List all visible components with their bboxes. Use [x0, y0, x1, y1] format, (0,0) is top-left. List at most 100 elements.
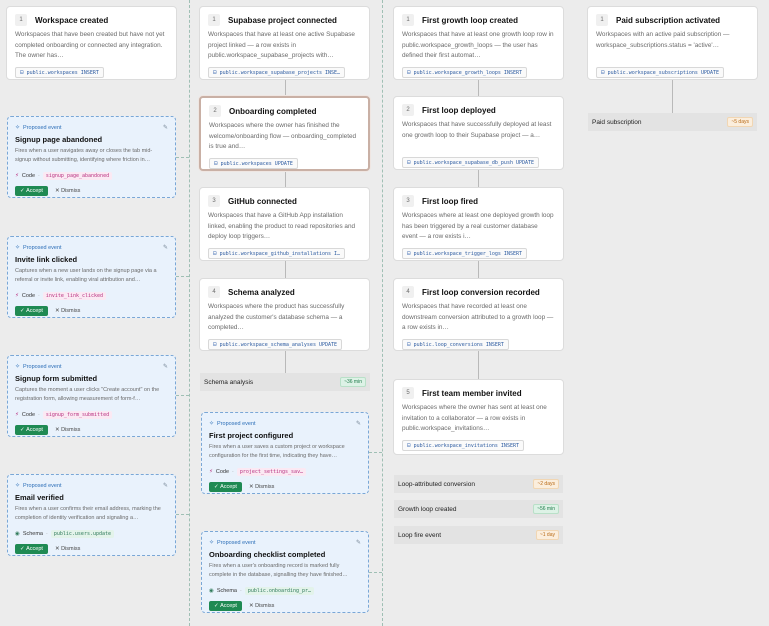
sparkle-icon: ✧ — [209, 540, 215, 546]
table-icon: ⊟ — [20, 69, 24, 76]
step-number: 1 — [15, 14, 27, 26]
source-tag[interactable]: ⊟ public.workspace_trigger_logs INSERT — [402, 248, 527, 259]
milestone-card[interactable]: 1 Supabase project connected Workspaces … — [199, 6, 370, 80]
proposed-description: Captures when a new user lands on the si… — [15, 268, 157, 283]
source-tag[interactable]: ⊟ public.workspace_invitations INSERT — [402, 440, 524, 451]
duration-badge: ~1 day — [535, 530, 559, 540]
table-icon: ⊟ — [407, 250, 411, 257]
card-title: First loop fired — [422, 196, 478, 206]
funnel-canvas: 1 Workspace created Workspaces that have… — [0, 0, 769, 626]
proposed-event-card[interactable]: ✧ Proposed event ✎ First project configur… — [201, 412, 369, 494]
milestone-card[interactable]: 1 Paid subscription activated Workspaces… — [587, 6, 758, 80]
source-tag[interactable]: ⊟ public.workspace_github_installations I… — [208, 248, 346, 259]
proposed-connector — [176, 157, 189, 158]
dismiss-button[interactable]: ✕ Dismiss — [50, 425, 85, 435]
source-tag[interactable]: ⊟ public.loop_conversions INSERT — [402, 339, 509, 350]
source-tag[interactable]: ⊟ public.workspace_supabase_projects INSE… — [208, 67, 346, 78]
milestone-card[interactable]: 1 First growth loop created Workspaces t… — [393, 6, 564, 80]
proposed-event-card[interactable]: ✧ Proposed event ✎ Signup page abandoned … — [7, 116, 176, 198]
dismiss-button[interactable]: ✕ Dismiss — [50, 186, 85, 196]
step-number: 1 — [208, 14, 220, 26]
proposed-description: Fires when a user saves a custom project… — [209, 444, 345, 459]
dismiss-button[interactable]: ✕ Dismiss — [50, 306, 85, 316]
step-connector — [478, 261, 479, 278]
milestone-card[interactable]: 4 Schema analyzed Workspaces where the p… — [199, 278, 370, 351]
milestone-card-selected[interactable]: 2 Onboarding completed Workspaces where … — [199, 96, 370, 171]
step-connector — [285, 171, 286, 187]
stage-bar[interactable]: Paid subscription ~5 days — [588, 113, 757, 131]
code-icon: ⚡ — [15, 292, 19, 299]
accept-button[interactable]: ✓ Accept — [15, 544, 48, 554]
code-icon: ⚡ — [15, 411, 19, 418]
dismiss-button[interactable]: ✕ Dismiss — [244, 482, 279, 492]
proposed-event-card[interactable]: ✧ Proposed event ✎ Email verified Fires w… — [7, 474, 176, 556]
accept-button[interactable]: ✓ Accept — [209, 601, 242, 611]
stage-bar[interactable]: Loop-attributed conversion ~2 days — [394, 475, 563, 493]
source-tag[interactable]: ⊟ public.workspace_supabase_db_push UPDAT… — [402, 157, 540, 168]
stage-bar[interactable]: Loop fire event ~1 day — [394, 526, 563, 544]
event-key: public.onboarding_pr… — [244, 586, 315, 595]
proposed-title: Onboarding checklist completed — [209, 550, 326, 559]
sparkle-icon: ✧ — [15, 245, 21, 251]
proposed-event-card[interactable]: ✧ Proposed event ✎ Signup form submitted … — [7, 355, 176, 437]
table-icon: ⊟ — [213, 69, 217, 76]
proposed-title: Email verified — [15, 493, 64, 502]
proposed-title: Signup form submitted — [15, 374, 98, 383]
pencil-icon[interactable]: ✎ — [163, 124, 168, 131]
pencil-icon[interactable]: ✎ — [356, 420, 361, 427]
card-title: Workspace created — [35, 15, 109, 25]
pencil-icon[interactable]: ✎ — [163, 482, 168, 489]
step-number: 5 — [402, 387, 414, 399]
proposed-label: Proposed event — [217, 539, 256, 546]
source-tag[interactable]: ⊟ public.workspaces UPDATE — [209, 158, 298, 169]
duration-badge: ~36 min — [340, 377, 366, 387]
accept-button[interactable]: ✓ Accept — [15, 186, 48, 196]
event-key: signup_page_abandoned — [42, 171, 113, 180]
step-number: 2 — [209, 105, 221, 117]
stage-bar[interactable]: Growth loop created ~56 min — [394, 500, 563, 518]
pencil-icon[interactable]: ✎ — [163, 363, 168, 370]
proposed-title: First project configured — [209, 431, 294, 440]
milestone-card[interactable]: 2 First loop deployed Workspaces that ha… — [393, 96, 564, 170]
step-number: 1 — [596, 14, 608, 26]
proposed-connector — [176, 514, 189, 515]
step-connector — [285, 80, 286, 96]
table-icon: ⊟ — [407, 442, 411, 449]
proposed-title: Signup page abandoned — [15, 135, 103, 144]
card-title: Supabase project connected — [228, 15, 337, 25]
step-connector — [478, 80, 479, 96]
sparkle-icon: ✧ — [15, 364, 21, 370]
card-title: Paid subscription activated — [616, 15, 721, 25]
table-icon: ⊟ — [601, 69, 605, 76]
schema-icon: ◉ — [15, 530, 20, 537]
accept-button[interactable]: ✓ Accept — [209, 482, 242, 492]
proposed-event-card[interactable]: ✧ Proposed event ✎ Invite link clicked Ca… — [7, 236, 176, 318]
milestone-card[interactable]: 5 First team member invited Workspaces w… — [393, 379, 564, 455]
source-tag[interactable]: ⊟ public.workspace_schema_analyses UPDATE — [208, 339, 343, 350]
card-description: Workspaces where the owner has sent at l… — [402, 404, 547, 432]
step-connector — [285, 351, 286, 373]
accept-button[interactable]: ✓ Accept — [15, 306, 48, 316]
stage-name: Loop-attributed conversion — [398, 480, 475, 488]
milestone-card[interactable]: 3 First loop fired Workspaces where at l… — [393, 187, 564, 261]
pencil-icon[interactable]: ✎ — [356, 539, 361, 546]
card-description: Workspaces that have at least one active… — [208, 31, 355, 59]
dismiss-button[interactable]: ✕ Dismiss — [244, 601, 279, 611]
proposed-source: ◉ Schema · public.users.update — [15, 529, 168, 538]
step-connector — [478, 351, 479, 379]
source-tag[interactable]: ⊟ public.workspaces INSERT — [15, 67, 104, 78]
milestone-card[interactable]: 1 Workspace created Workspaces that have… — [6, 6, 177, 80]
accept-button[interactable]: ✓ Accept — [15, 425, 48, 435]
source-tag[interactable]: ⊟ public.workspace_subscriptions UPDATE — [596, 67, 725, 78]
pencil-icon[interactable]: ✎ — [163, 244, 168, 251]
proposed-connector — [176, 276, 189, 277]
dismiss-button[interactable]: ✕ Dismiss — [50, 544, 85, 554]
card-description: Workspaces with an active paid subscript… — [596, 31, 730, 49]
step-number: 2 — [402, 104, 414, 116]
source-tag[interactable]: ⊟ public.workspace_growth_loops INSERT — [402, 67, 527, 78]
stage-bar[interactable]: Schema analysis ~36 min — [200, 373, 370, 391]
milestone-card[interactable]: 4 First loop conversion recorded Workspa… — [393, 278, 564, 351]
proposed-connector — [369, 452, 382, 453]
milestone-card[interactable]: 3 GitHub connected Workspaces that have … — [199, 187, 370, 261]
proposed-event-card[interactable]: ✧ Proposed event ✎ Onboarding checklist c… — [201, 531, 369, 613]
